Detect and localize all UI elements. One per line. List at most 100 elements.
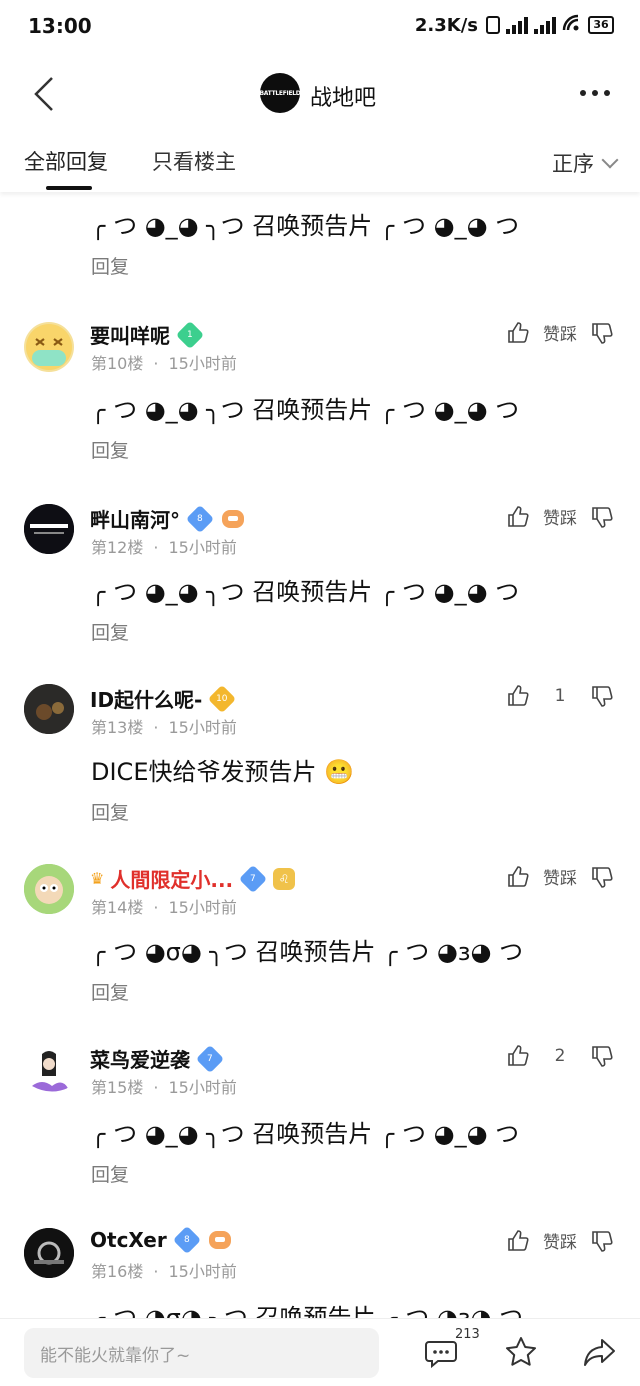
vote-controls: 2 [506,1044,614,1068]
vote-count: 赞踩 [543,509,577,529]
tab-owner-only[interactable]: 只看楼主 [152,146,236,176]
bottom-bar: 能不能火就靠你了~ 213 [0,1318,640,1386]
share-icon[interactable] [582,1335,616,1369]
thumbs-up-icon[interactable] [506,865,530,889]
thumbs-up-icon[interactable] [506,321,530,345]
username[interactable]: ID起什么呢- [90,684,202,713]
username[interactable]: OtcXer [90,1228,167,1252]
reply-button[interactable]: 回复 [91,252,129,279]
floor-meta: 第15楼 · 15小时前 [91,1078,237,1097]
star-icon[interactable] [504,1335,538,1369]
floor-number: 第10楼 [91,354,144,373]
comment-content: ╭ つ ◕_◕ ╮つ 召唤预告片 ╭ つ ◕_◕ つ [91,396,520,424]
vote-count: 赞踩 [543,869,577,889]
reply-button[interactable]: 回复 [91,618,129,645]
reply-input[interactable]: 能不能火就靠你了~ [24,1328,379,1378]
post-time: 15小时前 [168,1078,237,1097]
member-badge-icon: ♌ [273,867,296,890]
vote-controls: 1 [506,684,614,708]
avatar[interactable] [24,504,74,554]
thumbs-up-icon[interactable] [506,684,530,708]
vote-controls: 赞踩 [506,320,614,345]
post-time: 15小时前 [168,538,237,557]
username[interactable]: 菜鸟爱逆袭 [90,1044,190,1073]
floor-meta: 第13楼 · 15小时前 [91,718,237,737]
more-options-icon[interactable] [580,90,610,96]
post-time: 15小时前 [168,354,237,373]
avatar[interactable] [24,1046,74,1096]
back-arrow-icon[interactable] [30,76,60,112]
level-badge-icon: 1 [175,320,205,349]
reply-button[interactable]: 回复 [91,978,129,1005]
thumbs-down-icon[interactable] [590,684,614,708]
thumbs-down-icon[interactable] [590,865,614,889]
thumbs-down-icon[interactable] [590,1044,614,1068]
floor-number: 第16楼 [91,1262,144,1281]
active-tab-indicator [46,186,92,190]
post-time: 15小时前 [168,1262,237,1281]
comment-content: DICE快给爷发预告片 😬 [91,758,354,786]
status-time: 13:00 [28,14,92,38]
post-time: 15小时前 [168,718,237,737]
comment-icon[interactable] [424,1335,458,1369]
avatar[interactable] [24,684,74,734]
avatar[interactable] [24,864,74,914]
reply-button[interactable]: 回复 [91,436,129,463]
comment-content: ╭ つ ◕_◕ ╮つ 召唤预告片 ╭ つ ◕_◕ つ [91,578,520,606]
signal-icon [506,16,528,34]
thumbs-down-icon[interactable] [590,505,614,529]
reply-button[interactable]: 回复 [91,1160,129,1187]
status-icons: 2.3K/s 36 [415,14,614,36]
vote-controls: 赞踩 [506,1228,614,1253]
sort-label: 正序 [552,152,594,176]
net-speed: 2.3K/s [414,14,478,36]
comment-content: ╭ つ ◕_◕ ╮つ 召唤预告片 ╭ つ ◕_◕ つ [91,212,520,240]
avatar[interactable] [24,322,74,372]
username-row: 菜鸟爱逆袭 7 [90,1044,225,1073]
reply-button[interactable]: 回复 [91,798,129,825]
comment-count: 213 [455,1327,480,1342]
floor-meta: 第12楼 · 15小时前 [91,538,237,557]
username-row: ID起什么呢- 10 [90,684,237,713]
floor-number: 第13楼 [91,718,144,737]
thumbs-up-icon[interactable] [506,1229,530,1253]
vote-count: 赞踩 [543,325,577,345]
reply-tabs: 全部回复 只看楼主 正序 [0,134,640,192]
forum-name[interactable]: 战地吧 [310,80,376,112]
comment-content: ╭ つ ◕σ◕ ╮つ 召唤预告片 ╭ つ ◕з◕ つ [91,938,524,966]
thumbs-down-icon[interactable] [590,1229,614,1253]
sort-order-dropdown[interactable]: 正序 [552,148,619,178]
floor-number: 第12楼 [91,538,144,557]
comment-list[interactable]: ╭ つ ◕_◕ ╮つ 召唤预告片 ╭ つ ◕_◕ つ 回复 要叫咩呢 1 第10… [0,192,640,1318]
gamepad-badge-icon [208,1231,231,1249]
vote-controls: 赞踩 [506,864,614,889]
crown-icon: ♛ [90,869,105,888]
username-row: ♛ 人間限定小... 7 ♌ [90,864,296,893]
username[interactable]: 畔山南河° [90,504,180,533]
vote-count: 赞踩 [543,1233,577,1253]
level-badge-icon: 8 [172,1225,201,1255]
vote-count: 2 [554,1046,566,1066]
comment-content: ╭ つ ◕_◕ ╮つ 召唤预告片 ╭ つ ◕_◕ つ [91,1120,520,1148]
avatar[interactable] [24,1228,74,1278]
thumbs-up-icon[interactable] [506,505,530,529]
gamepad-badge-icon [222,509,244,528]
thumbs-down-icon[interactable] [590,321,614,345]
level-badge-icon: 8 [185,504,215,533]
username[interactable]: 要叫咩呢 [90,320,170,349]
floor-meta: 第10楼 · 15小时前 [91,354,237,373]
chevron-down-icon [601,151,619,169]
vibrate-icon [486,16,500,34]
username-row: OtcXer 8 [90,1225,231,1255]
signal-icon-2 [534,16,556,34]
status-bar: 13:00 2.3K/s 36 [0,0,640,54]
forum-logo[interactable]: BATTLEFIELD [260,73,301,113]
floor-number: 第15楼 [91,1078,144,1097]
thumbs-up-icon[interactable] [506,1044,530,1068]
comment-content: ╭ つ ◕σ◕ ╮つ 召唤预告片 ╭ つ ◕з◕ つ [91,1304,524,1318]
vote-count: 1 [554,686,566,706]
tab-all-replies[interactable]: 全部回复 [24,146,108,176]
vote-controls: 赞踩 [506,504,614,529]
floor-meta: 第14楼 · 15小时前 [91,898,237,917]
username[interactable]: 人間限定小... [110,864,233,893]
